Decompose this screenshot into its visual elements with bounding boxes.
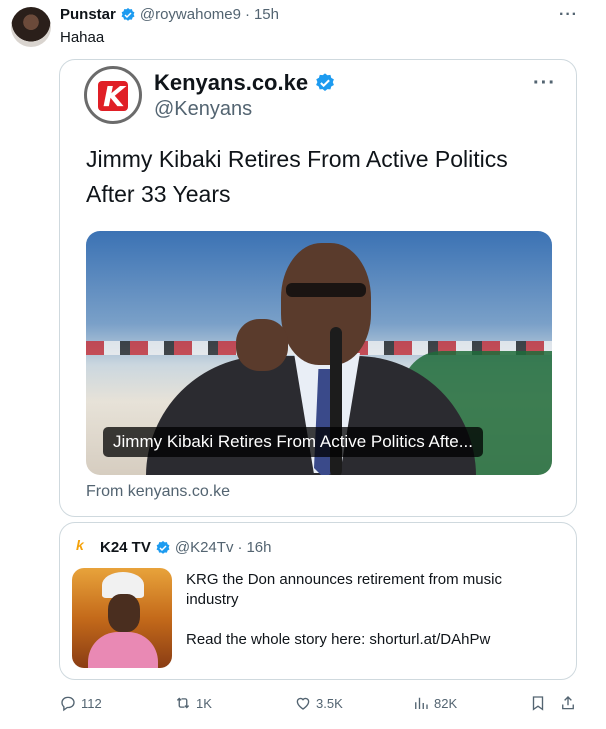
card-headline: Jimmy Kibaki Retires From Active Politic… (86, 146, 508, 207)
like-button[interactable]: 3.5K (294, 694, 343, 712)
author-avatar[interactable] (11, 7, 51, 47)
kenyans-logo[interactable]: K (84, 66, 142, 124)
logo-letter: K (103, 80, 125, 113)
reply-count: 112 (81, 695, 102, 711)
more-icon[interactable]: ··· (533, 72, 556, 95)
quoted-author-name[interactable]: K24 TV (100, 539, 151, 556)
dot-separator: · (237, 539, 243, 556)
speaker-face (281, 243, 371, 365)
repost-count: 1K (196, 695, 212, 711)
author-name[interactable]: Punstar (60, 6, 116, 23)
reply-button[interactable]: 112 (59, 694, 102, 712)
quoted-post-text: KRG the Don announces retirement from mu… (186, 570, 546, 650)
quoted-thumbnail[interactable] (72, 568, 172, 668)
card-account-handle[interactable]: @Kenyans (154, 98, 252, 121)
like-count: 3.5K (316, 695, 343, 711)
more-icon[interactable]: ··· (559, 6, 578, 24)
card-name-text: Kenyans.co.ke (154, 70, 309, 95)
image-caption: Jimmy Kibaki Retires From Active Politic… (103, 427, 483, 457)
verified-badge-icon (316, 73, 334, 91)
article-image[interactable]: Jimmy Kibaki Retires From Active Politic… (86, 231, 552, 475)
k24-logo: k (76, 537, 84, 553)
views-button[interactable]: 82K (412, 694, 457, 712)
verified-badge-icon (156, 540, 170, 554)
thumbnail-shirt (88, 632, 158, 668)
bookmark-icon (532, 696, 544, 711)
repost-button[interactable]: 1K (174, 694, 212, 712)
card-source[interactable]: From kenyans.co.ke (86, 483, 230, 501)
sunglasses (286, 283, 366, 297)
repost-icon (176, 697, 190, 709)
raised-hand (236, 319, 288, 371)
quoted-text-line-2: Read the whole story here: shorturl.at/D… (186, 631, 491, 648)
verified-badge-icon (121, 7, 135, 21)
card-account-name[interactable]: Kenyans.co.ke (154, 70, 336, 96)
author-handle[interactable]: @roywahome9 (140, 6, 241, 23)
action-bar: 112 1K 3.5K 82K (59, 694, 587, 718)
quoted-author-handle[interactable]: @K24Tv (175, 539, 234, 556)
reply-icon (61, 696, 75, 712)
post-time[interactable]: 15h (254, 6, 279, 23)
quoted-post[interactable]: k K24 TV @K24Tv · 16h KRG the Don announ… (59, 522, 577, 680)
thumbnail-face (108, 594, 140, 632)
like-icon (296, 697, 310, 710)
bookmark-button[interactable] (529, 694, 547, 712)
post-header: Punstar @roywahome9 · 15h (60, 6, 279, 23)
share-icon (562, 696, 574, 710)
quoted-post-time[interactable]: 16h (246, 539, 271, 556)
post-text: Hahaa (60, 29, 105, 46)
link-card[interactable]: K Kenyans.co.ke @Kenyans ··· Jimmy Kibak… (59, 59, 577, 517)
dot-separator: · (244, 6, 250, 23)
views-count: 82K (434, 695, 458, 711)
views-icon (415, 697, 428, 709)
quoted-text-line-1: KRG the Don announces retirement from mu… (186, 571, 502, 608)
share-button[interactable] (559, 694, 577, 712)
quoted-post-header: K24 TV @K24Tv · 16h (100, 539, 271, 556)
